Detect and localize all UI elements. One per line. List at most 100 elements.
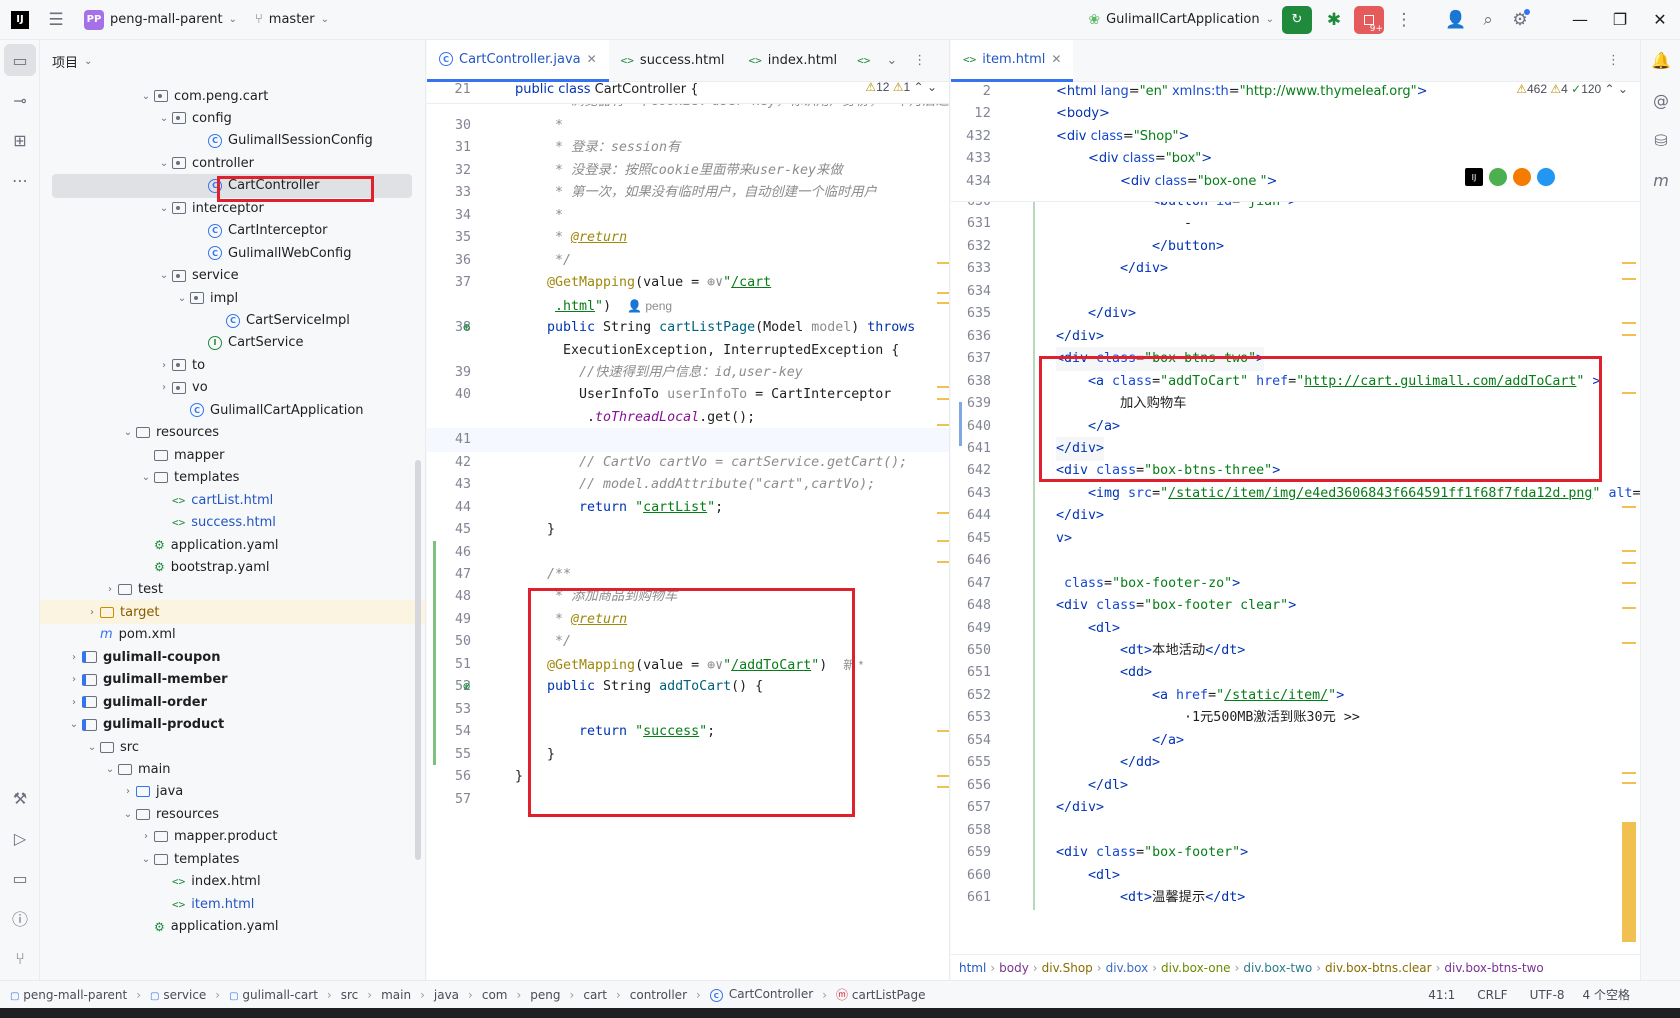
warning-stripe-mark[interactable] [1622,582,1636,584]
firefox-icon[interactable] [1513,168,1531,186]
settings-icon[interactable]: ⚙ [1504,5,1536,35]
warning-stripe-mark[interactable] [937,302,949,304]
inspection-widget[interactable]: ⚠12 ⚠1 ⌃ ⌄ [865,80,937,94]
tree-item[interactable]: ⌄ main [40,758,425,782]
breadcrumb-item[interactable]: div.box [1106,961,1149,975]
project-panel-header[interactable]: 项目 ⌄ [40,40,425,82]
run-config-selector[interactable]: ❀ GulimallCartApplication ⌄ [1088,0,1274,40]
file-encoding[interactable]: UTF-8 [1530,988,1565,1002]
warning-stripe-mark[interactable] [1622,782,1636,784]
chevron-right-icon[interactable]: › [156,360,172,371]
more-tabs-icon[interactable]: <> [849,54,878,67]
editor-tab[interactable]: <> item.html ✕ [951,40,1074,82]
status-path-item[interactable]: src [341,988,359,1002]
tree-item[interactable]: ⚙ bootstrap.yaml [40,555,425,579]
chevron-right-icon[interactable]: › [66,697,82,708]
chevron-down-icon[interactable]: ⌄ [156,113,172,124]
warning-stripe-mark[interactable] [1622,278,1636,280]
search-icon[interactable]: ⌕ [1472,5,1504,35]
chevron-down-icon[interactable]: ⌄ [878,53,905,68]
warning-stripe-mark[interactable] [937,424,949,426]
debug-icon[interactable]: ✱ [1318,5,1350,35]
chevron-down-icon[interactable]: ⌄ [120,427,136,438]
warning-stripe-mark[interactable] [937,786,949,788]
tree-scrollbar[interactable] [415,460,421,860]
warning-stripe-mark[interactable] [937,775,949,777]
tree-item[interactable]: › to [40,353,425,377]
tree-item[interactable]: ⌄ service [40,264,425,288]
tree-item[interactable]: C CartServiceImpl [40,309,425,333]
status-path-item[interactable]: cart [583,988,607,1002]
warning-stripe-mark[interactable] [1622,607,1636,609]
tree-item[interactable]: ⌄ config [40,106,425,130]
tree-item[interactable]: ⌄ com.peng.cart [40,84,425,108]
chevron-right-icon[interactable]: › [66,674,82,685]
chevron-down-icon[interactable]: ⌄ [84,742,100,753]
breadcrumb-item[interactable]: body [999,961,1029,975]
notifications-icon[interactable]: 🔔 [1641,40,1680,80]
tree-item[interactable]: ⌄ interceptor [40,196,425,220]
change-marker[interactable] [959,402,962,446]
tree-item[interactable]: ⚙ application.yaml [40,915,425,939]
project-folder-icon[interactable]: ▭ [4,44,36,76]
tree-item[interactable]: ⌄ controller [40,151,425,175]
commit-icon[interactable]: ⊸ [0,80,40,120]
more-tools-icon[interactable]: ⋯ [0,160,40,200]
breadcrumb-item[interactable]: div.Shop [1042,961,1093,975]
tree-item[interactable]: C CartController [52,173,412,198]
more-actions-icon[interactable]: ⋮ [1599,53,1628,68]
breadcrumb-item[interactable]: div.box-two [1243,961,1312,975]
warning-stripe-mark[interactable] [937,512,949,514]
warning-stripe-mark[interactable] [1622,772,1636,774]
chevron-down-icon[interactable]: ⌄ [156,270,172,281]
warning-stripe-mark[interactable] [1622,642,1636,644]
tree-item[interactable]: C GulimallSessionConfig [40,129,425,153]
tree-item[interactable]: C GulimallWebConfig [40,241,425,265]
tree-item[interactable]: ⌄ resources [40,421,425,445]
tree-item[interactable]: › gulimall-member [40,668,425,692]
chevron-down-icon[interactable]: ⌄ [138,854,154,865]
warning-stripe-mark[interactable] [1622,322,1636,324]
warning-stripe-mark[interactable] [1622,262,1636,264]
editor-tab[interactable]: C CartController.java ✕ [427,40,609,82]
chevron-right-icon[interactable]: › [156,382,172,393]
warning-stripe-mark[interactable] [937,386,949,388]
status-path-item[interactable]: ⓜ cartListPage [836,986,925,1003]
structure-icon[interactable]: ⊞ [0,120,40,160]
chevron-down-icon[interactable]: ⌄ [174,293,190,304]
tree-item[interactable]: <> item.html [40,892,425,916]
build-icon[interactable]: ⚒ [0,778,40,818]
tree-item[interactable]: C CartInterceptor [40,219,425,243]
chevron-down-icon[interactable]: ⌄ [156,203,172,214]
tree-item[interactable]: ⌄ resources [40,802,425,826]
line-separator[interactable]: CRLF [1477,988,1507,1002]
intellij-icon[interactable]: IJ [1465,168,1483,186]
maximize-button[interactable]: ❐ [1600,0,1640,40]
ai-assistant-icon[interactable]: @ [1641,80,1680,120]
more-actions-icon[interactable]: ⋮ [1388,5,1420,35]
html-code-area[interactable]: 630<button id="jian">631-632</button>633… [951,190,1640,954]
tree-item[interactable]: m pom.xml [40,623,425,647]
inspection-widget[interactable]: ⚠462 ⚠4 ✓120 ⌃ ⌄ [1516,82,1628,96]
tree-item[interactable]: › target [40,600,425,625]
tree-item[interactable]: ⌄ templates [40,847,425,871]
chevron-down-icon[interactable]: ⌄ [120,809,136,820]
change-marker[interactable] [433,540,436,766]
tree-item[interactable]: › java [40,780,425,804]
status-path-item[interactable]: peng [530,988,560,1002]
warning-stripe-mark[interactable] [937,540,949,542]
status-path-item[interactable]: java [434,988,459,1002]
tree-item[interactable]: ⌄ impl [40,286,425,310]
status-path-item[interactable]: ▢ service [150,988,206,1002]
tree-item[interactable]: ⌄ src [40,735,425,759]
branch-selector[interactable]: ⑂ master ⌄ [255,0,329,40]
warning-stripe-mark[interactable] [1622,562,1636,564]
chevron-down-icon[interactable]: ⌄ [102,764,118,775]
java-code-area[interactable]: * 浏览器有一个cookie：user-key，标识用户身份，一个月后过期30 … [427,94,949,954]
app-logo[interactable]: IJ [0,0,40,40]
edge-icon[interactable] [1537,168,1555,186]
change-marker[interactable] [1033,190,1035,910]
chevron-down-icon[interactable]: ⌄ [66,719,82,730]
warning-stripe-mark[interactable] [937,561,949,563]
services-icon[interactable]: ▷ [0,818,40,858]
